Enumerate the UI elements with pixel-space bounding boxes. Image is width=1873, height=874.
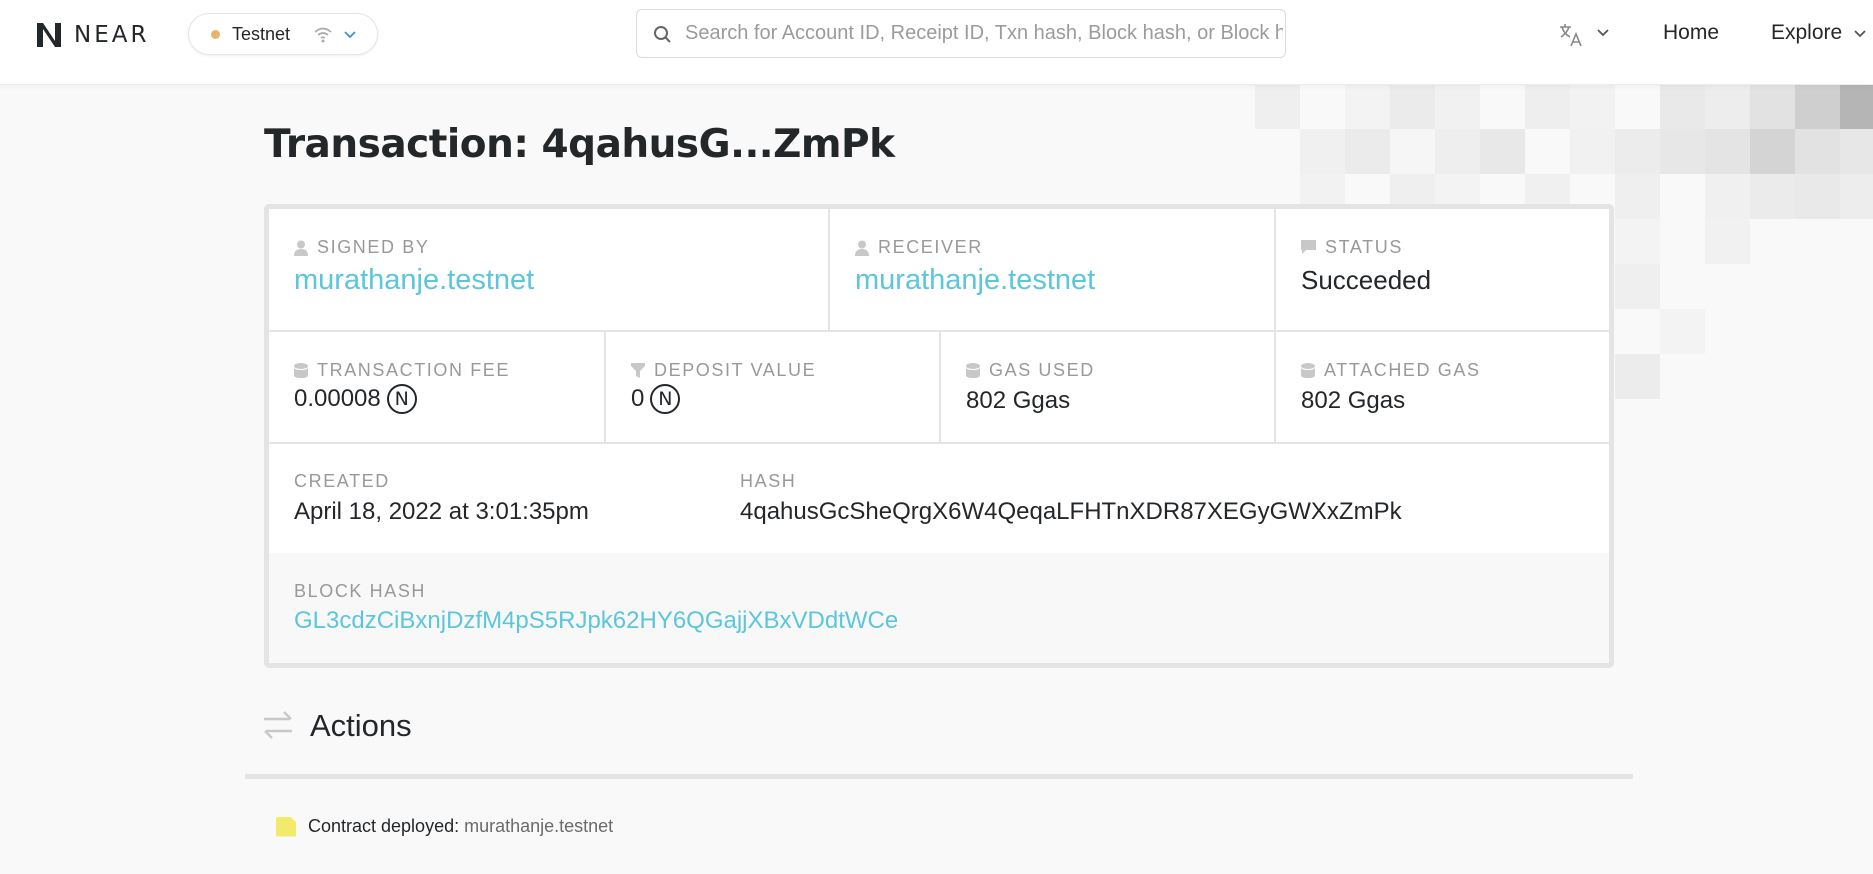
receiver-cell: RECEIVER murathanje.testnet bbox=[830, 209, 1274, 330]
gas-used-label: GAS USED bbox=[989, 360, 1095, 380]
attached-gas-value: 802 Ggas bbox=[1301, 387, 1406, 414]
transaction-fee-cell: TRANSACTION FEE 0.00008 N bbox=[269, 332, 604, 442]
gas-used-cell: GAS USED 802 Ggas bbox=[941, 332, 1274, 442]
action-description: Contract deployed: bbox=[308, 816, 460, 836]
wifi-icon bbox=[314, 27, 332, 43]
user-icon bbox=[294, 240, 308, 256]
chevron-down-icon bbox=[344, 31, 356, 39]
top-navbar: NEAR Testnet Home Explore bbox=[0, 0, 1873, 84]
status-label: STATUS bbox=[1325, 237, 1403, 257]
near-token-icon: N bbox=[386, 384, 417, 414]
transfer-arrows-icon bbox=[264, 711, 292, 739]
database-icon bbox=[294, 363, 308, 378]
network-selector[interactable]: Testnet bbox=[188, 13, 378, 55]
network-status-dot bbox=[211, 29, 220, 39]
translate-icon bbox=[1560, 24, 1582, 47]
comment-icon bbox=[1301, 240, 1316, 254]
receiver-account-link[interactable]: murathanje.testnet bbox=[855, 264, 1095, 297]
block-hash-label: BLOCK HASH bbox=[294, 581, 427, 601]
actions-heading: Actions bbox=[310, 708, 412, 743]
signer-account-link[interactable]: murathanje.testnet bbox=[294, 264, 534, 297]
deposit-value-cell: DEPOSIT VALUE 0 N bbox=[606, 332, 939, 442]
transaction-details-card: SIGNED BY murathanje.testnet RECEIVER mu… bbox=[264, 204, 1614, 668]
filter-icon bbox=[631, 363, 645, 378]
page-title: Transaction: 4qahusG...ZmPk bbox=[264, 122, 895, 167]
block-hash-row: BLOCK HASH GL3cdzCiBxnjDzfM4pS5RJpk62HY6… bbox=[269, 553, 1609, 663]
attached-gas-cell: ATTACHED GAS 802 Ggas bbox=[1276, 332, 1609, 442]
transaction-fee-label: TRANSACTION FEE bbox=[317, 360, 511, 380]
near-logo[interactable]: NEAR bbox=[34, 20, 149, 50]
database-icon bbox=[1301, 363, 1315, 378]
signed-by-cell: SIGNED BY murathanje.testnet bbox=[269, 209, 828, 330]
near-token-icon: N bbox=[650, 384, 681, 414]
created-value: April 18, 2022 at 3:01:35pm bbox=[294, 498, 589, 525]
action-item: Contract deployed: murathanje.testnet bbox=[276, 816, 613, 837]
attached-gas-label: ATTACHED GAS bbox=[1324, 360, 1481, 380]
file-icon bbox=[276, 816, 296, 837]
language-selector[interactable] bbox=[1558, 20, 1614, 50]
transaction-fee-value: 0.00008 bbox=[294, 385, 381, 412]
chevron-down-icon bbox=[1854, 30, 1866, 38]
nav-explore-menu[interactable]: Explore bbox=[1771, 21, 1842, 45]
hash-value: 4qahusGcSheQrgX6W4QeqaLFHTnXDR87XEGyGWXx… bbox=[740, 498, 1402, 525]
search-input[interactable] bbox=[685, 10, 1283, 57]
action-account-link[interactable]: murathanje.testnet bbox=[464, 816, 613, 837]
gas-used-value: 802 Ggas bbox=[966, 387, 1071, 414]
hash-label: HASH bbox=[740, 471, 797, 491]
created-hash-row: CREATED April 18, 2022 at 3:01:35pm HASH… bbox=[269, 444, 1609, 553]
search-icon bbox=[654, 26, 671, 43]
network-label: Testnet bbox=[232, 23, 291, 44]
signed-by-label: SIGNED BY bbox=[317, 237, 430, 257]
near-logo-icon bbox=[37, 23, 61, 47]
search-box bbox=[636, 9, 1286, 58]
actions-divider bbox=[245, 774, 1633, 779]
nav-home-link[interactable]: Home bbox=[1663, 21, 1719, 45]
receiver-label: RECEIVER bbox=[878, 237, 983, 257]
deposit-value-value: 0 bbox=[631, 385, 645, 412]
created-label: CREATED bbox=[294, 471, 390, 491]
chevron-down-icon bbox=[1597, 29, 1609, 37]
status-cell: STATUS Succeeded bbox=[1276, 209, 1609, 330]
block-hash-link[interactable]: GL3cdzCiBxnjDzfM4pS5RJpk62HY6QGajjXBxVDd… bbox=[294, 607, 898, 635]
deposit-value-label: DEPOSIT VALUE bbox=[654, 360, 817, 380]
user-icon bbox=[855, 240, 869, 256]
database-icon bbox=[966, 363, 980, 378]
logo-text: NEAR bbox=[74, 22, 150, 48]
status-value: Succeeded bbox=[1301, 265, 1432, 295]
